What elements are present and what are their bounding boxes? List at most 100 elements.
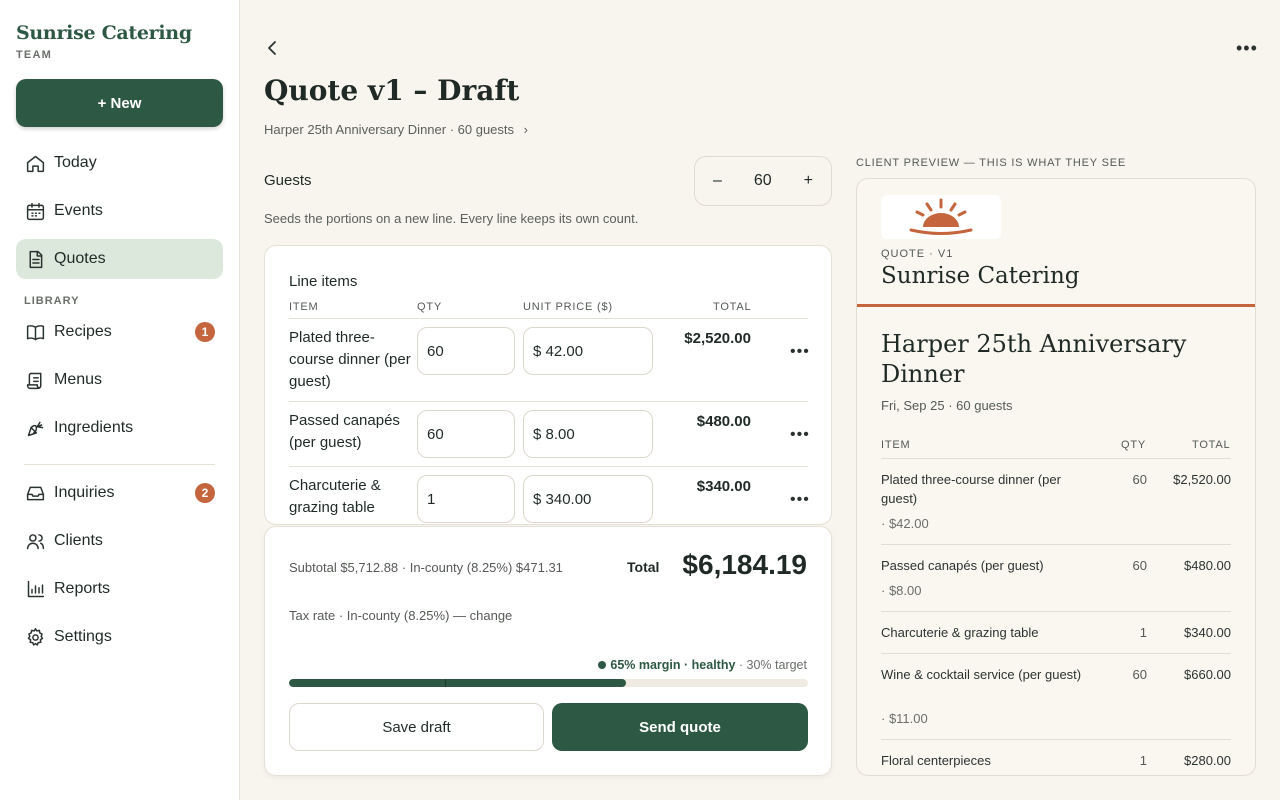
back-icon[interactable] — [262, 38, 282, 58]
margin-value: 65% margin · healthy — [610, 658, 736, 672]
preview-event-date: Fri, Sep 25 · 60 guests — [881, 398, 1013, 413]
line-item-more-icon[interactable]: ••• — [790, 491, 810, 509]
guests-stepper: – 60 + — [694, 156, 832, 206]
sunrise-logo-icon — [909, 198, 973, 235]
sidebar-item-events[interactable]: Events — [16, 191, 223, 231]
preview-column-qty: QTY — [1121, 439, 1147, 451]
sidebar-item-menus[interactable]: Menus — [16, 360, 223, 400]
preview-row-divider — [881, 739, 1231, 740]
calendar-icon — [24, 200, 46, 222]
preview-row-divider — [881, 458, 1231, 459]
column-header-item: ITEM — [289, 301, 319, 313]
gear-icon — [24, 626, 46, 648]
sidebar-item-today[interactable]: Today — [16, 143, 223, 183]
inbox-icon — [24, 482, 46, 504]
page-title: Quote v1 – Draft — [264, 74, 520, 107]
preview-row-divider — [881, 653, 1231, 654]
preview-item-unit: · $42.00 — [881, 516, 929, 531]
client-preview: QUOTE · V1 Sunrise Catering Harper 25th … — [856, 178, 1256, 776]
sidebar-item-recipes[interactable]: Recipes 1 — [16, 312, 223, 352]
preview-item-name: Wine & cocktail service (per guest) — [881, 667, 1082, 682]
totals-card: Subtotal $5,712.88 · In-county (8.25%) $… — [264, 526, 832, 776]
recipes-badge: 1 — [195, 322, 215, 342]
event-breadcrumb-link[interactable]: Harper 25th Anniversary Dinner · 60 gues… — [264, 122, 528, 137]
preview-item-name: Charcuterie & grazing table — [881, 625, 1039, 640]
line-item-more-icon[interactable]: ••• — [790, 426, 810, 444]
client-preview-label: CLIENT PREVIEW — THIS IS WHAT THEY SEE — [856, 157, 1127, 169]
total-label: Total — [627, 559, 660, 575]
line-item-qty-input[interactable]: 1 — [417, 475, 515, 523]
guests-hint: Seeds the portions on a new line. Every … — [264, 211, 639, 226]
new-button[interactable]: + New — [16, 79, 223, 127]
line-item-name: Passed canapés (per guest) — [289, 412, 400, 451]
sidebar-item-settings[interactable]: Settings — [16, 617, 223, 657]
guests-count-input[interactable]: 60 — [754, 172, 772, 190]
line-items-card: Line items ITEM QTY UNIT PRICE ($) TOTAL… — [264, 245, 832, 525]
line-item-total: $2,520.00 — [684, 330, 751, 347]
chart-icon — [24, 578, 46, 600]
preview-column-total: TOTAL — [1192, 439, 1231, 451]
sidebar-item-label: Reports — [54, 580, 111, 597]
subtotal-summary: Subtotal $5,712.88 · In-county (8.25%) $… — [289, 560, 563, 575]
margin-indicator: 65% margin · healthy · 30% target — [598, 658, 807, 672]
library-section-label: LIBRARY — [24, 295, 80, 307]
total-amount: $6,184.19 — [682, 549, 807, 580]
row-divider — [289, 318, 808, 319]
sidebar-item-label: Events — [54, 202, 103, 219]
sidebar-item-reports[interactable]: Reports — [16, 569, 223, 609]
sidebar-item-inquiries[interactable]: Inquiries 2 — [16, 473, 223, 513]
row-divider — [289, 466, 808, 467]
preview-item-unit: · $8.00 — [881, 583, 922, 598]
margin-bar — [289, 679, 808, 687]
guests-increment-button[interactable]: + — [804, 172, 813, 190]
guests-decrement-button[interactable]: – — [713, 172, 722, 190]
chevron-right-icon: › — [523, 122, 528, 137]
send-quote-button[interactable]: Send quote — [552, 703, 808, 751]
event-breadcrumb-text: Harper 25th Anniversary Dinner · 60 gues… — [264, 122, 515, 137]
sidebar-item-label: Menus — [54, 371, 103, 388]
sidebar-item-clients[interactable]: Clients — [16, 521, 223, 561]
inquiries-badge: 2 — [195, 483, 215, 503]
more-options-icon[interactable]: ••• — [1236, 38, 1258, 59]
sidebar-item-label: Settings — [54, 628, 112, 645]
preview-quote-label: QUOTE · V1 — [881, 248, 954, 260]
line-items-title: Line items — [289, 273, 358, 290]
guests-label: Guests — [264, 172, 312, 189]
preview-item-name: Floral centerpieces — [881, 753, 991, 768]
scroll-icon — [24, 369, 46, 391]
book-icon — [24, 321, 46, 343]
sidebar: Sunrise Catering TEAM + New Today Events… — [0, 0, 240, 800]
preview-row-divider — [881, 611, 1231, 612]
tax-rate-change-link[interactable]: Tax rate · In-county (8.25%) — change — [289, 608, 512, 623]
preview-item-total: $280.00 — [1184, 753, 1231, 768]
margin-status-dot — [598, 660, 607, 669]
column-header-qty: QTY — [417, 301, 443, 313]
sunrise-logo — [881, 195, 1001, 239]
sidebar-divider — [24, 464, 215, 465]
line-item-total: $480.00 — [696, 413, 751, 430]
document-icon — [24, 248, 46, 270]
preview-item-total: $2,520.00 — [1173, 472, 1231, 487]
preview-row-divider — [881, 544, 1231, 545]
sidebar-item-label: Ingredients — [54, 419, 134, 436]
margin-bar-fill — [289, 679, 627, 687]
sidebar-item-label: Recipes — [54, 323, 112, 340]
line-item-qty-input[interactable]: 60 — [417, 327, 515, 375]
line-item-qty-input[interactable]: 60 — [417, 410, 515, 458]
home-icon — [24, 152, 46, 174]
brand-name: Sunrise Catering — [16, 22, 192, 44]
users-icon — [24, 530, 46, 552]
sidebar-item-ingredients[interactable]: Ingredients — [16, 408, 223, 448]
preview-item-name: Passed canapés (per guest) — [881, 558, 1044, 573]
line-item-total: $340.00 — [696, 478, 751, 495]
sidebar-item-label: Inquiries — [54, 484, 115, 501]
preview-item-name: Plated three-course dinner (per guest) — [881, 472, 1061, 506]
line-item-name: Plated three-course dinner (per guest) — [289, 329, 411, 390]
row-divider — [289, 401, 808, 402]
preview-accent-line — [857, 304, 1255, 307]
save-draft-button[interactable]: Save draft — [289, 703, 544, 751]
preview-column-item: ITEM — [881, 439, 911, 451]
line-item-more-icon[interactable]: ••• — [790, 343, 810, 361]
preview-brand-name: Sunrise Catering — [881, 263, 1080, 289]
sidebar-item-quotes[interactable]: Quotes — [16, 239, 223, 279]
